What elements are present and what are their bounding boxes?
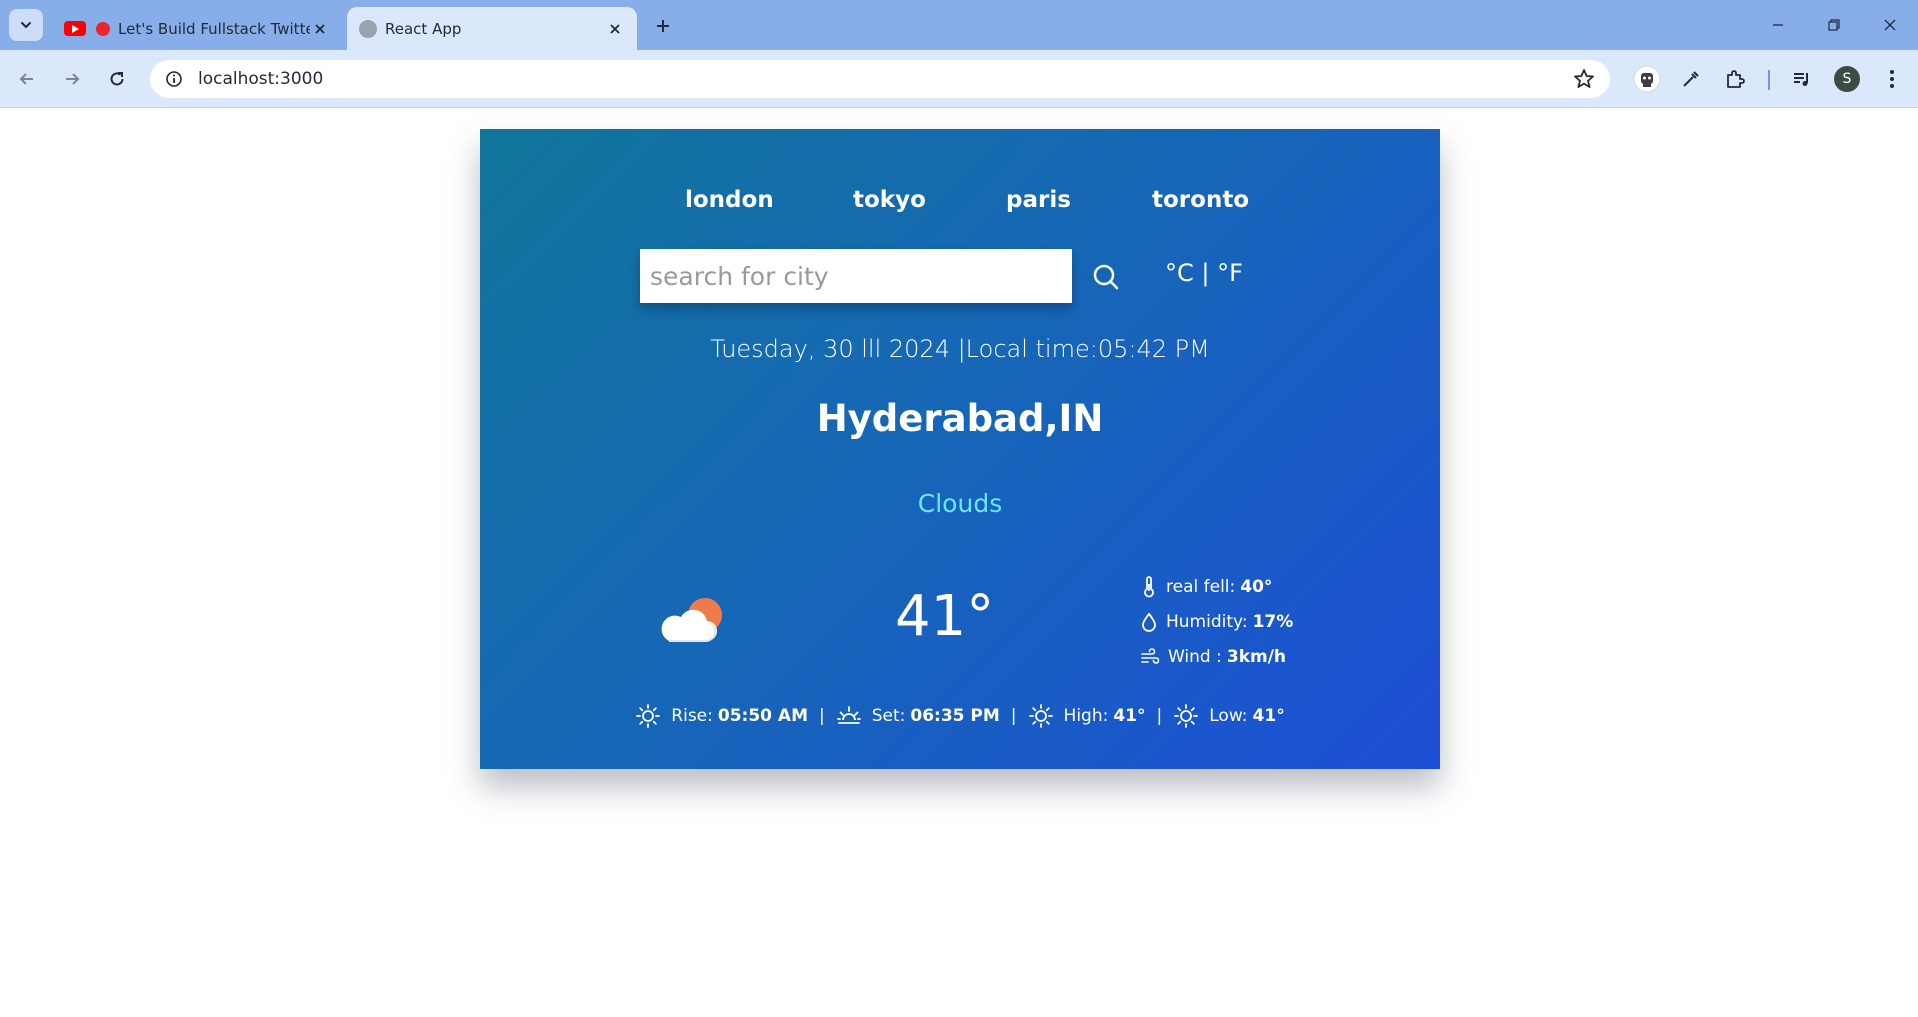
close-tab-icon[interactable] xyxy=(605,19,625,39)
separator: | xyxy=(1156,706,1163,726)
close-window-button[interactable] xyxy=(1870,10,1910,40)
city-link-toronto[interactable]: toronto xyxy=(1152,187,1249,213)
real-feel-value: 40° xyxy=(1240,576,1273,597)
media-playlist-icon xyxy=(1794,73,1808,86)
sun-icon xyxy=(1028,704,1053,728)
wind-row: Wind : 3km/h xyxy=(1140,639,1330,674)
chevron-down-icon xyxy=(21,22,31,29)
sunrise-label: Rise: xyxy=(671,706,713,726)
sunset-item: Set: 06:35 PM xyxy=(836,703,1000,729)
sunrise-item: Rise: 05:50 AM xyxy=(635,703,808,729)
arrow-left-icon xyxy=(19,73,33,85)
wind-value: 3km/h xyxy=(1226,646,1287,667)
globe-icon xyxy=(359,19,377,38)
city-link-tokyo[interactable]: tokyo xyxy=(853,187,926,213)
profile-button[interactable]: S xyxy=(1830,62,1864,96)
minimize-button[interactable] xyxy=(1758,10,1798,40)
humidity-label: Humidity: xyxy=(1166,611,1248,632)
puzzle-icon xyxy=(1727,70,1745,88)
url-text: localhost:3000 xyxy=(198,69,324,89)
address-bar[interactable]: localhost:3000 xyxy=(150,60,1610,98)
arrow-right-icon xyxy=(66,73,80,85)
site-info-icon[interactable] xyxy=(162,67,186,91)
high-temp-label: High: xyxy=(1063,706,1109,726)
restore-button[interactable] xyxy=(1814,10,1854,40)
city-link-paris[interactable]: paris xyxy=(1006,187,1071,213)
weather-condition: Clouds xyxy=(917,489,1003,518)
bookmark-star-icon[interactable] xyxy=(1572,67,1596,91)
high-temp-item: High: 41° xyxy=(1028,703,1146,729)
youtube-icon xyxy=(64,21,86,36)
browser-tab-strip: Let's Build Fullstack Twitter React App xyxy=(0,0,1918,50)
eyedropper-icon xyxy=(1683,71,1699,87)
sun-icon xyxy=(636,704,661,728)
eyedropper-extension-button[interactable] xyxy=(1674,62,1708,96)
sun-and-range-row: Rise: 05:50 AM | Set: 06:35 PM | High: 4… xyxy=(480,701,1440,731)
close-tab-icon[interactable] xyxy=(310,19,330,39)
tab-title: React App xyxy=(385,19,462,38)
recording-indicator-icon xyxy=(96,21,110,36)
city-search-input[interactable] xyxy=(650,261,1072,291)
current-temperature: 41° xyxy=(895,584,995,649)
new-tab-button[interactable] xyxy=(650,13,676,39)
minimize-icon xyxy=(1773,24,1783,26)
city-quick-links: london tokyo paris toronto xyxy=(480,187,1440,227)
sun-icon xyxy=(1174,704,1199,728)
browser-menu-button[interactable] xyxy=(1875,62,1909,96)
sunrise-value: 05:50 AM xyxy=(717,706,808,726)
high-temp-value: 41° xyxy=(1113,706,1146,726)
sunset-label: Set: xyxy=(871,706,906,726)
thermometer-icon xyxy=(1144,575,1154,597)
separator: | xyxy=(1010,706,1017,726)
low-temp-label: Low: xyxy=(1209,706,1248,726)
sunset-icon xyxy=(836,706,861,724)
close-icon xyxy=(1884,19,1896,31)
tab-search-button[interactable] xyxy=(9,9,43,41)
weather-details: real fell: 40° Humidity: 17% Wind : 3km/… xyxy=(1140,569,1330,674)
tab-react-app[interactable]: React App xyxy=(347,7,637,50)
toolbar-separator xyxy=(1768,70,1770,90)
more-vertical-icon xyxy=(1890,70,1894,88)
real-feel-row: real fell: 40° xyxy=(1140,569,1330,604)
back-button[interactable] xyxy=(10,62,44,96)
tab-title: Let's Build Fullstack Twitter xyxy=(118,19,310,38)
droplet-icon xyxy=(1142,612,1156,632)
reload-icon xyxy=(110,72,124,86)
search-box xyxy=(640,249,1072,303)
unit-toggle[interactable]: °C | °F xyxy=(1165,259,1243,287)
city-link-london[interactable]: london xyxy=(685,187,774,213)
reload-button[interactable] xyxy=(100,62,134,96)
separator: | xyxy=(818,706,825,726)
tab-youtube[interactable]: Let's Build Fullstack Twitter xyxy=(52,7,342,50)
extension-button[interactable] xyxy=(1630,62,1664,96)
forward-button[interactable] xyxy=(55,62,89,96)
location-title: Hyderabad,IN xyxy=(816,397,1104,440)
extensions-button[interactable] xyxy=(1718,62,1752,96)
browser-toolbar: localhost:3000 S xyxy=(0,50,1918,108)
cloud-sun-icon xyxy=(661,598,722,642)
wind-icon xyxy=(1141,647,1160,664)
local-datetime: Tuesday, 30 lll 2024 |Local time:05:42 P… xyxy=(710,335,1210,363)
humidity-row: Humidity: 17% xyxy=(1140,604,1330,639)
low-temp-value: 41° xyxy=(1252,706,1285,726)
plus-icon xyxy=(657,20,669,32)
real-feel-label: real fell: xyxy=(1166,576,1236,597)
robot-extension-icon xyxy=(1633,65,1661,93)
humidity-value: 17% xyxy=(1252,611,1294,632)
search-icon[interactable] xyxy=(1090,261,1122,293)
restore-icon xyxy=(1828,19,1840,31)
weather-card: london tokyo paris toronto °C | °F Tuesd… xyxy=(480,129,1440,769)
avatar: S xyxy=(1834,66,1860,92)
sunset-value: 06:35 PM xyxy=(910,706,1000,726)
low-temp-item: Low: 41° xyxy=(1173,703,1285,729)
wind-label: Wind : xyxy=(1168,646,1222,667)
media-controls-button[interactable] xyxy=(1785,62,1819,96)
